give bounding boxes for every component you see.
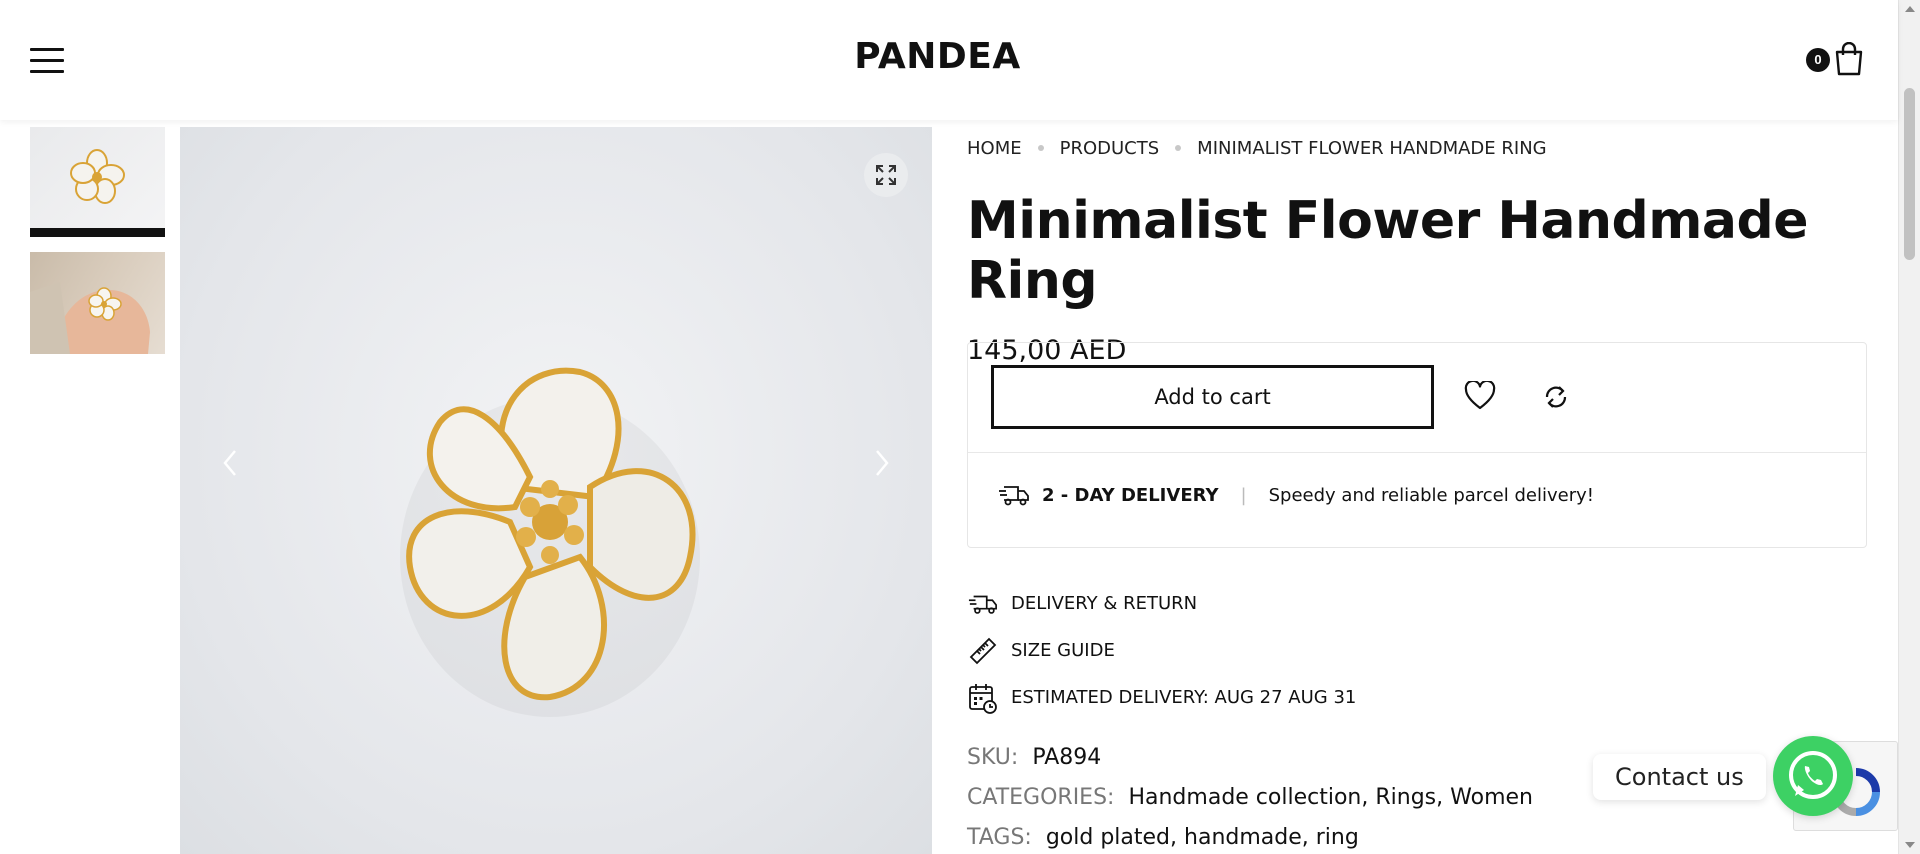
delivery-truck-icon — [999, 486, 1029, 506]
cart-button[interactable]: 0 — [1806, 42, 1866, 78]
delivery-return-link[interactable]: DELIVERY & RETURN — [967, 580, 1356, 627]
product-links: DELIVERY & RETURN SIZE GUIDE ESTIMATED D… — [967, 580, 1356, 721]
expand-icon[interactable] — [864, 153, 908, 197]
category-link[interactable]: Women — [1450, 785, 1533, 810]
chevron-right-icon[interactable] — [872, 447, 892, 484]
tag-link[interactable]: ring — [1316, 825, 1359, 850]
site-header: PANDEA 0 — [0, 0, 1898, 120]
breadcrumb-separator — [1037, 145, 1044, 151]
heart-icon[interactable] — [1464, 379, 1496, 416]
delivery-separator: | — [1240, 484, 1247, 506]
scroll-up-arrow[interactable] — [1905, 6, 1915, 12]
product-main-image — [400, 367, 700, 717]
product-gallery — [180, 127, 932, 854]
purchase-box: Add to cart 2 - DAY DELIVERY | Speedy an… — [967, 342, 1867, 548]
chevron-left-icon[interactable] — [220, 447, 240, 484]
breadcrumb-current: MINIMALIST FLOWER HANDMADE RING — [1197, 137, 1547, 159]
size-guide-label: SIZE GUIDE — [1011, 640, 1115, 661]
size-guide-link[interactable]: SIZE GUIDE — [967, 627, 1356, 674]
estimated-delivery-label: ESTIMATED DELIVERY: AUG 27 AUG 31 — [1011, 687, 1357, 708]
tags-label: TAGS: — [967, 824, 1032, 850]
refresh-icon[interactable] — [1542, 383, 1570, 416]
sku-label: SKU: — [967, 744, 1019, 770]
tag-link[interactable]: handmade — [1184, 825, 1302, 850]
active-thumbnail-indicator — [30, 228, 165, 237]
product-title: Minimalist Flower Handmade Ring — [967, 191, 1809, 311]
divider — [968, 452, 1866, 453]
contact-us-label[interactable]: Contact us — [1593, 754, 1766, 800]
thumbnail-2[interactable] — [30, 252, 165, 354]
whatsapp-icon[interactable] — [1773, 736, 1853, 816]
breadcrumb-separator — [1175, 145, 1182, 151]
shopping-bag-icon — [1835, 42, 1863, 76]
scroll-down-arrow[interactable] — [1905, 842, 1915, 848]
estimated-delivery: ESTIMATED DELIVERY: AUG 27 AUG 31 — [967, 674, 1356, 721]
page-scrollbar[interactable] — [1898, 0, 1920, 854]
delivery-description: Speedy and reliable parcel delivery! — [1268, 484, 1594, 506]
site-logo[interactable]: PANDEA — [0, 36, 1875, 77]
ring-on-hand-thumbnail-image — [30, 282, 150, 354]
ring-thumbnail-image — [70, 149, 125, 204]
tag-link[interactable]: gold plated — [1046, 825, 1170, 850]
ruler-icon — [967, 635, 999, 667]
cart-count-badge: 0 — [1806, 48, 1830, 72]
category-link[interactable]: Handmade collection — [1128, 785, 1361, 810]
sku-value: PA894 — [1032, 744, 1102, 770]
categories-label: CATEGORIES: — [967, 784, 1115, 810]
add-to-cart-button[interactable]: Add to cart — [991, 365, 1434, 429]
scrollbar-thumb[interactable] — [1904, 88, 1915, 260]
product-meta: SKU: PA894 CATEGORIES: Handmade collecti… — [967, 737, 1533, 854]
tags-row: TAGS: gold plated, handmade, ring — [967, 824, 1359, 850]
delivery-info: 2 - DAY DELIVERY | Speedy and reliable p… — [998, 483, 1594, 507]
breadcrumb: HOME PRODUCTS MINIMALIST FLOWER HANDMADE… — [967, 127, 1867, 169]
truck-icon — [967, 588, 999, 620]
thumbnail-1[interactable] — [30, 127, 165, 237]
breadcrumb-products[interactable]: PRODUCTS — [1060, 138, 1160, 159]
sku-row: SKU: PA894 — [967, 737, 1533, 777]
categories-row: CATEGORIES: Handmade collection, Rings, … — [967, 784, 1533, 810]
breadcrumb-home[interactable]: HOME — [967, 138, 1022, 159]
delivery-return-label: DELIVERY & RETURN — [1011, 593, 1198, 614]
delivery-label: 2 - DAY DELIVERY — [1042, 484, 1219, 506]
category-link[interactable]: Rings — [1375, 785, 1436, 810]
calendar-clock-icon — [967, 682, 999, 714]
product-info: HOME PRODUCTS MINIMALIST FLOWER HANDMADE… — [967, 127, 1867, 850]
